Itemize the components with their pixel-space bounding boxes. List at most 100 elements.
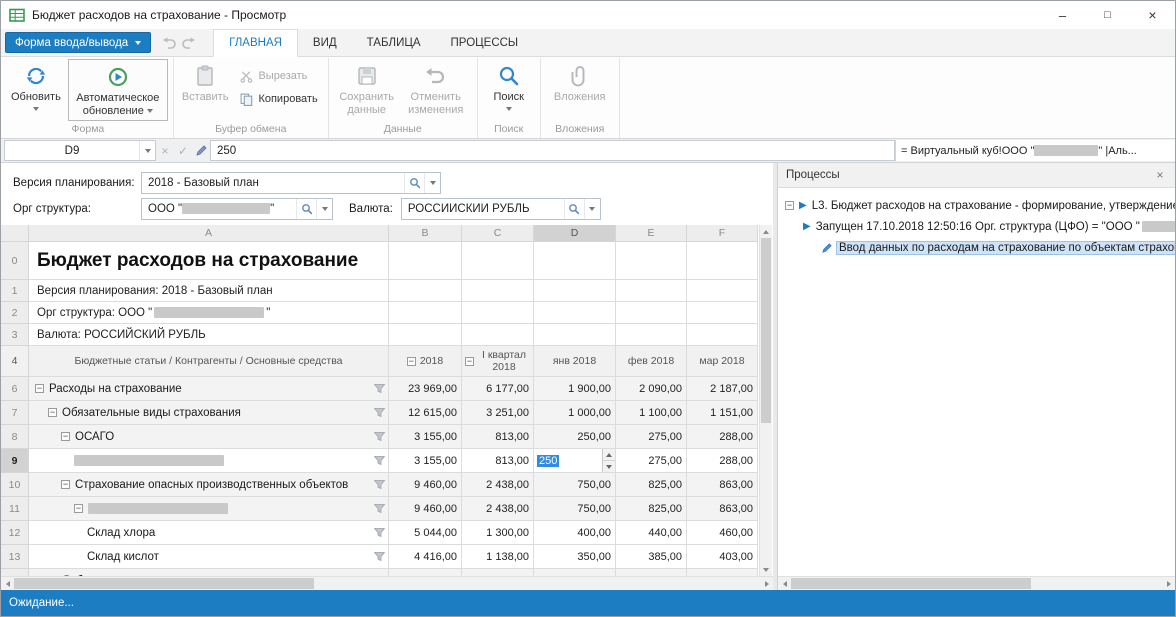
spin-down-button[interactable]	[603, 461, 615, 472]
row-label-cell[interactable]: −Расходы на страхование	[29, 377, 389, 401]
row-label-cell[interactable]: −Добровольные виды страхования	[29, 569, 389, 576]
cell[interactable]: 750,00	[534, 473, 616, 497]
tab-tablitsa[interactable]: ТАБЛИЦА	[352, 29, 436, 56]
collapse-toggle[interactable]: −	[407, 357, 416, 366]
column-header-a[interactable]: A	[29, 225, 389, 242]
cell[interactable]	[534, 302, 616, 324]
process-item[interactable]: ▶ Запущен 17.10.2018 12:50:16 Орг. струк…	[785, 216, 1175, 237]
filter-icon[interactable]	[374, 456, 385, 466]
cell[interactable]: 4 416,00	[389, 545, 462, 569]
row-number[interactable]: 3	[1, 324, 29, 346]
select-all-corner[interactable]	[1, 225, 29, 242]
cell[interactable]: 825,00	[616, 473, 687, 497]
formula-input[interactable]: 250	[210, 140, 895, 161]
search-icon[interactable]	[296, 199, 316, 219]
sheet-title[interactable]: Бюджет расходов на страхование	[29, 242, 389, 280]
cell[interactable]	[389, 280, 462, 302]
cell[interactable]: 403,00	[687, 545, 758, 569]
scrollbar-thumb[interactable]	[761, 238, 771, 423]
row-label-cell[interactable]: −	[29, 497, 389, 521]
collapse-toggle[interactable]: −	[465, 357, 474, 366]
cell[interactable]	[462, 302, 534, 324]
row-number[interactable]: 1	[1, 280, 29, 302]
cell[interactable]: 900,00	[534, 569, 616, 576]
cell[interactable]	[534, 242, 616, 280]
collapse-toggle[interactable]: −	[74, 504, 83, 513]
undo-changes-button[interactable]: Отменить изменения	[400, 59, 472, 119]
editing-cell[interactable]: 250	[534, 449, 616, 473]
cell[interactable]	[616, 280, 687, 302]
row-number[interactable]: 0	[1, 242, 29, 280]
cell[interactable]: 1 036,00	[687, 569, 758, 576]
cell[interactable]: 350,00	[534, 545, 616, 569]
header-jan-2018[interactable]: янв 2018	[534, 346, 616, 377]
row-label-cell[interactable]: −Страхование опасных производственных об…	[29, 473, 389, 497]
search-icon[interactable]	[564, 199, 584, 219]
maximize-button[interactable]: □	[1085, 1, 1130, 29]
collapse-toggle[interactable]: −	[61, 480, 70, 489]
row-label-cell[interactable]: Склад кислот	[29, 545, 389, 569]
cell[interactable]: 2 438,00	[462, 497, 534, 521]
column-header-e[interactable]: E	[616, 225, 687, 242]
cell[interactable]	[687, 324, 758, 346]
chevron-down-icon[interactable]	[584, 199, 600, 219]
header-budget-items[interactable]: Бюджетные статьи / Контрагенты / Основны…	[29, 346, 389, 377]
currency-field[interactable]: РОССИЙСКИЙ РУБЛЬ	[401, 198, 601, 220]
cell[interactable]: 1 300,00	[462, 521, 534, 545]
column-header-c[interactable]: C	[462, 225, 534, 242]
cell[interactable]	[389, 324, 462, 346]
collapse-toggle[interactable]: −	[61, 432, 70, 441]
scrollbar-thumb[interactable]	[791, 578, 1031, 589]
scroll-right-button[interactable]	[760, 577, 773, 590]
close-button[interactable]: ×	[1130, 1, 1175, 29]
cell[interactable]: 813,00	[462, 449, 534, 473]
row-number[interactable]: 7	[1, 401, 29, 425]
cancel-entry-icon[interactable]: ×	[156, 144, 174, 158]
scroll-right-button[interactable]	[1162, 577, 1175, 590]
header-mar-2018[interactable]: мар 2018	[687, 346, 758, 377]
filter-icon[interactable]	[374, 552, 385, 562]
org-structure-field[interactable]: ООО ""	[141, 198, 333, 220]
process-item[interactable]: − ▶ L3. Бюджет расходов на страхование -…	[785, 195, 1175, 216]
collapse-toggle[interactable]: −	[785, 201, 794, 210]
cell[interactable]: 813,00	[462, 425, 534, 449]
cell[interactable]: 288,00	[687, 425, 758, 449]
cell[interactable]: 440,00	[616, 521, 687, 545]
cell[interactable]: 275,00	[616, 449, 687, 473]
column-header-d[interactable]: D	[534, 225, 616, 242]
cell[interactable]: 3 155,00	[389, 425, 462, 449]
tab-protsessy[interactable]: ПРОЦЕССЫ	[436, 29, 534, 56]
scroll-left-button[interactable]	[778, 577, 791, 590]
cell[interactable]: 2 926,00	[462, 569, 534, 576]
row-number[interactable]: 14	[1, 569, 29, 576]
cell[interactable]: 990,00	[616, 569, 687, 576]
cell[interactable]: 9 460,00	[389, 497, 462, 521]
horizontal-scrollbar[interactable]	[1, 576, 773, 590]
row-number[interactable]: 11	[1, 497, 29, 521]
save-data-button[interactable]: Сохранить данные	[334, 59, 400, 119]
cell-edit-value[interactable]: 250	[537, 455, 559, 467]
tab-vid[interactable]: ВИД	[298, 29, 352, 56]
filter-icon[interactable]	[374, 432, 385, 442]
column-header-f[interactable]: F	[687, 225, 758, 242]
meta-currency[interactable]: Валюта: РОССИЙСКИЙ РУБЛЬ	[29, 324, 389, 346]
cell[interactable]: 863,00	[687, 497, 758, 521]
vertical-scrollbar[interactable]	[759, 225, 772, 576]
row-label-cell[interactable]: −ОСАГО	[29, 425, 389, 449]
edit-formula-icon[interactable]	[192, 144, 210, 157]
filter-icon[interactable]	[374, 504, 385, 514]
cell[interactable]	[616, 302, 687, 324]
row-label-cell[interactable]: Склад хлора	[29, 521, 389, 545]
header-2018[interactable]: −2018	[389, 346, 462, 377]
search-icon[interactable]	[404, 173, 424, 193]
chevron-down-icon[interactable]	[424, 173, 440, 193]
chevron-down-icon[interactable]	[139, 141, 155, 160]
scroll-up-button[interactable]	[760, 225, 772, 238]
cell[interactable]: 460,00	[687, 521, 758, 545]
cell[interactable]: 23 969,00	[389, 377, 462, 401]
cell[interactable]: 5 044,00	[389, 521, 462, 545]
cell[interactable]: 385,00	[616, 545, 687, 569]
filter-icon[interactable]	[374, 480, 385, 490]
paste-button[interactable]: Вставить	[179, 59, 232, 106]
cell[interactable]: 288,00	[687, 449, 758, 473]
